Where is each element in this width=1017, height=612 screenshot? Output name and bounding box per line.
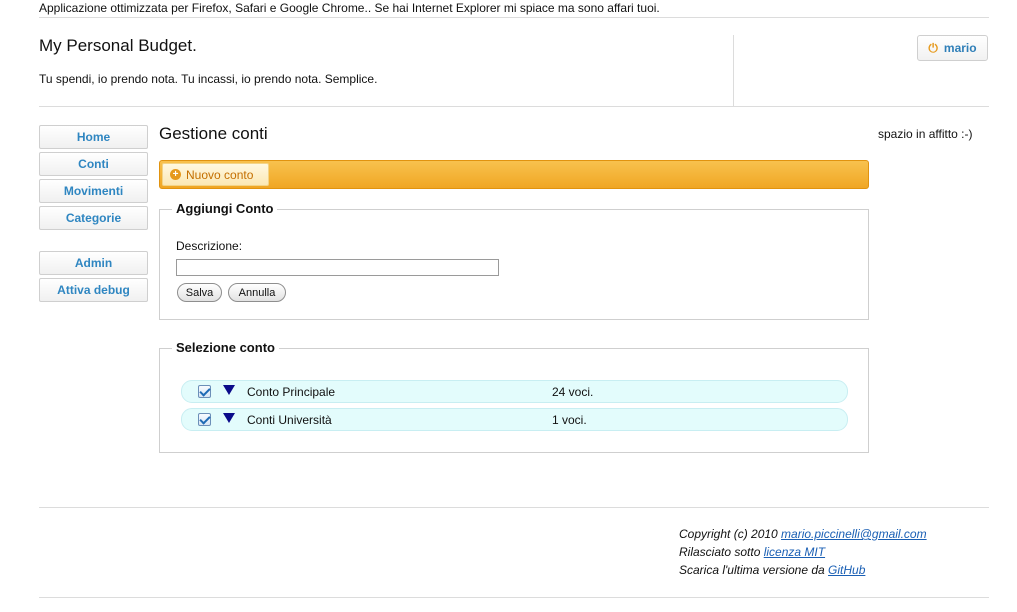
- expand-triangle-icon[interactable]: [223, 413, 235, 423]
- cancel-button[interactable]: Annulla: [228, 283, 286, 302]
- header-divider: [733, 35, 734, 106]
- plus-icon: +: [170, 169, 181, 180]
- site-tagline: Tu spendi, io prendo nota. Tu incassi, i…: [39, 72, 378, 86]
- nav-admin-button[interactable]: Admin: [39, 251, 148, 275]
- github-link[interactable]: GitHub: [828, 563, 865, 577]
- nav-movimenti-button[interactable]: Movimenti: [39, 179, 148, 203]
- license-text: Rilasciato sotto: [679, 545, 764, 559]
- copyright-text: Copyright (c) 2010: [679, 527, 782, 541]
- account-count: 24 voci.: [552, 385, 594, 399]
- download-text: Scarica l'ultima versione da: [679, 563, 829, 577]
- nav-home-button[interactable]: Home: [39, 125, 148, 149]
- footer-download: Scarica l'ultima versione da GitHub: [679, 563, 865, 577]
- checkbox-checked-icon[interactable]: [198, 385, 211, 398]
- nav-debug-button[interactable]: Attiva debug: [39, 278, 148, 302]
- account-row[interactable]: Conto Principale 24 voci.: [181, 380, 848, 403]
- account-name: Conto Principale: [247, 385, 336, 399]
- divider: [39, 106, 989, 107]
- add-account-legend: Aggiungi Conto: [172, 201, 278, 216]
- new-account-button[interactable]: + Nuovo conto: [162, 163, 269, 186]
- account-count: 1 voci.: [552, 413, 587, 427]
- email-link[interactable]: mario.piccinelli@gmail.com: [781, 527, 927, 541]
- license-link[interactable]: licenza MIT: [764, 545, 825, 559]
- footer-license: Rilasciato sotto licenza MIT: [679, 545, 825, 559]
- description-label: Descrizione:: [176, 239, 243, 253]
- divider: [39, 507, 989, 508]
- account-selection-legend: Selezione conto: [172, 340, 279, 355]
- browser-notice: Applicazione ottimizzata per Firefox, Sa…: [39, 1, 660, 15]
- divider: [39, 17, 989, 18]
- nav-conti-button[interactable]: Conti: [39, 152, 148, 176]
- save-button[interactable]: Salva: [177, 283, 222, 302]
- site-title: My Personal Budget.: [39, 36, 197, 55]
- page-title: Gestione conti: [159, 124, 268, 143]
- toolbar: + Nuovo conto: [159, 160, 869, 189]
- divider: [39, 597, 989, 598]
- checkbox-checked-icon[interactable]: [198, 413, 211, 426]
- user-name: mario: [943, 41, 977, 55]
- sidebar-ad-text: spazio in affitto :-): [878, 127, 973, 141]
- expand-triangle-icon[interactable]: [223, 385, 235, 395]
- account-row[interactable]: Conti Università 1 voci.: [181, 408, 848, 431]
- account-selection: Selezione conto Conto Principale 24 voci…: [159, 340, 869, 453]
- add-account-form: Aggiungi Conto Descrizione: Salva Annull…: [159, 201, 869, 320]
- account-name: Conti Università: [247, 413, 332, 427]
- power-icon: ⏻: [928, 41, 938, 55]
- footer-copyright: Copyright (c) 2010 mario.piccinelli@gmai…: [679, 527, 927, 541]
- description-input[interactable]: [176, 259, 499, 276]
- user-logout-button[interactable]: ⏻ mario: [917, 35, 988, 61]
- new-account-label: Nuovo conto: [186, 167, 254, 182]
- nav-categorie-button[interactable]: Categorie: [39, 206, 148, 230]
